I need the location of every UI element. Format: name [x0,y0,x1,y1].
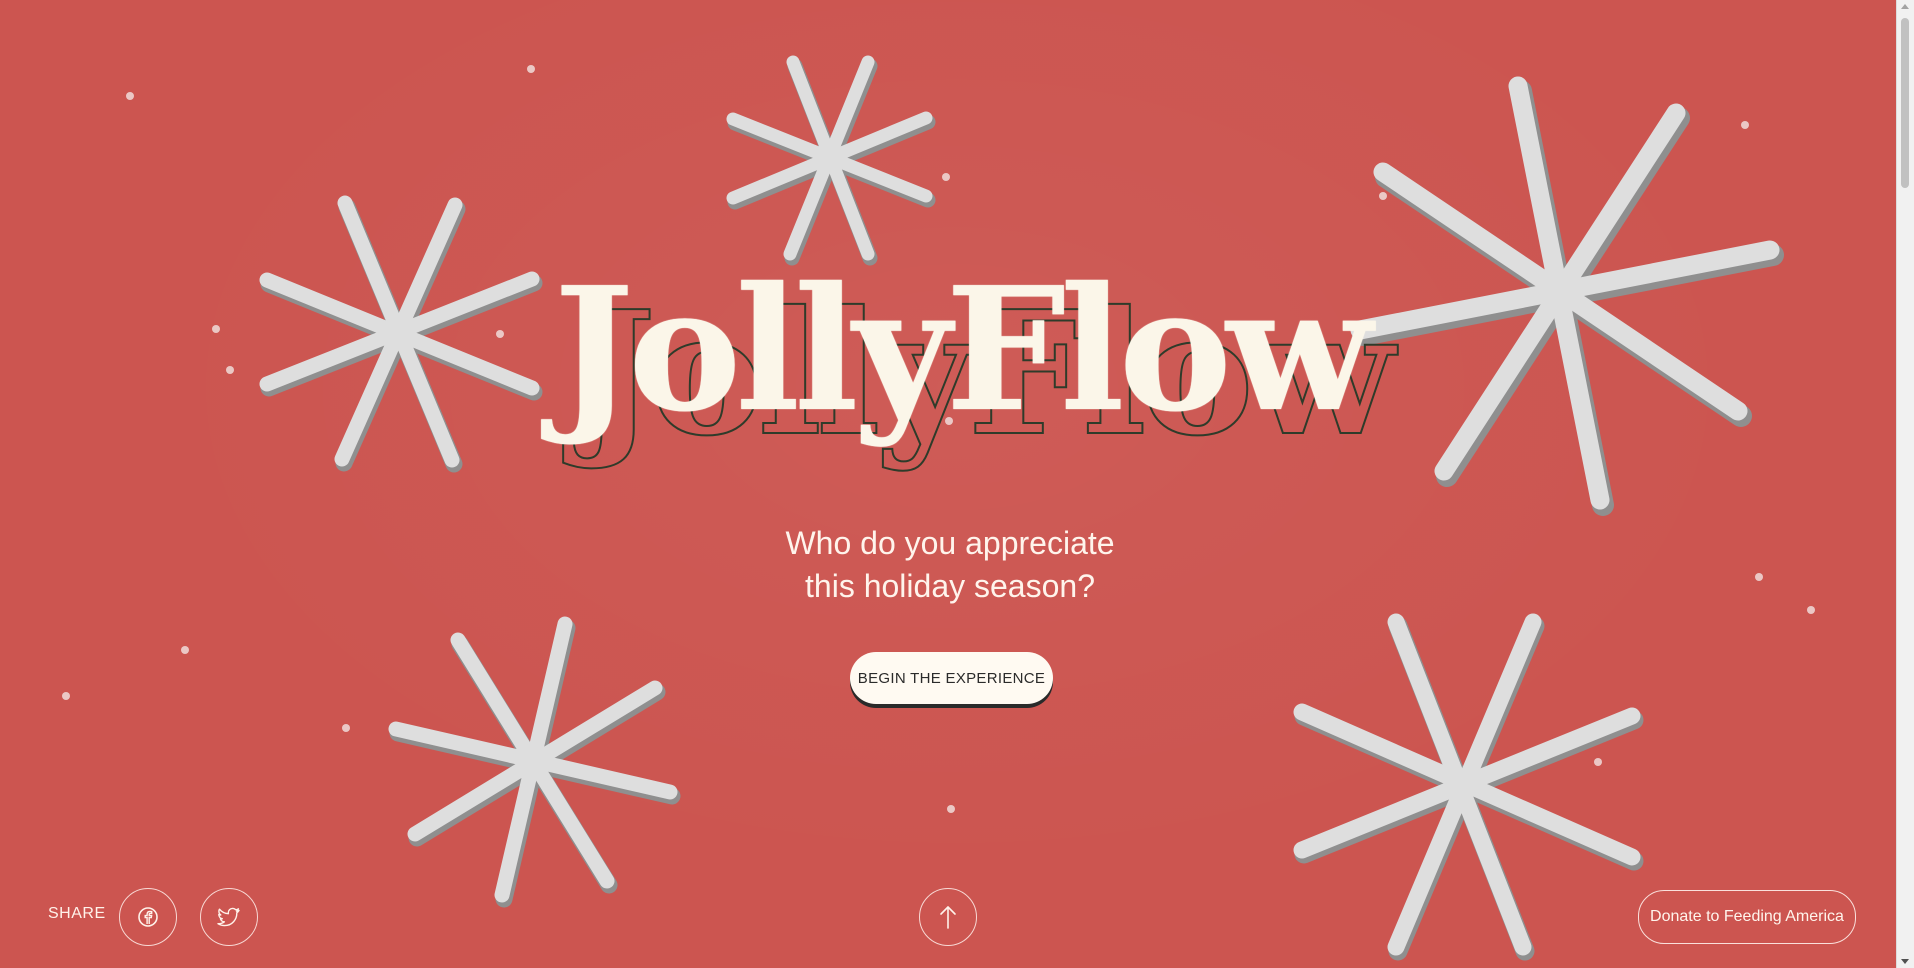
twitter-icon [217,907,240,927]
snowflake-2 [726,55,936,266]
twitter-share-button[interactable] [200,888,258,946]
scroll-top-button[interactable] [919,888,977,946]
tagline-line-2: this holiday season? [805,568,1095,604]
arrow-up-icon [940,906,956,929]
facebook-share-button[interactable] [119,888,177,946]
logo-title: JollyFlow [553,250,1373,450]
snowflake-1 [259,195,543,473]
facebook-icon [138,907,158,927]
page-scrollbar[interactable] [1896,0,1914,968]
begin-experience-button[interactable]: BEGIN THE EXPERIENCE [850,652,1053,704]
donate-button[interactable]: Donate to Feeding America [1638,890,1856,944]
snowflake-4 [388,616,681,908]
share-label: SHARE [48,905,106,922]
scrollbar-thumb[interactable] [1901,18,1909,188]
jollyflow-logo: JollyFlow JollyFlow [520,250,1400,510]
snowflake-5 [1293,613,1644,961]
scroll-up-icon[interactable] [1901,4,1909,9]
tagline-line-1: Who do you appreciate [785,525,1115,561]
hero-tagline: Who do you appreciate this holiday seaso… [700,522,1200,608]
scroll-down-icon[interactable] [1901,959,1909,964]
